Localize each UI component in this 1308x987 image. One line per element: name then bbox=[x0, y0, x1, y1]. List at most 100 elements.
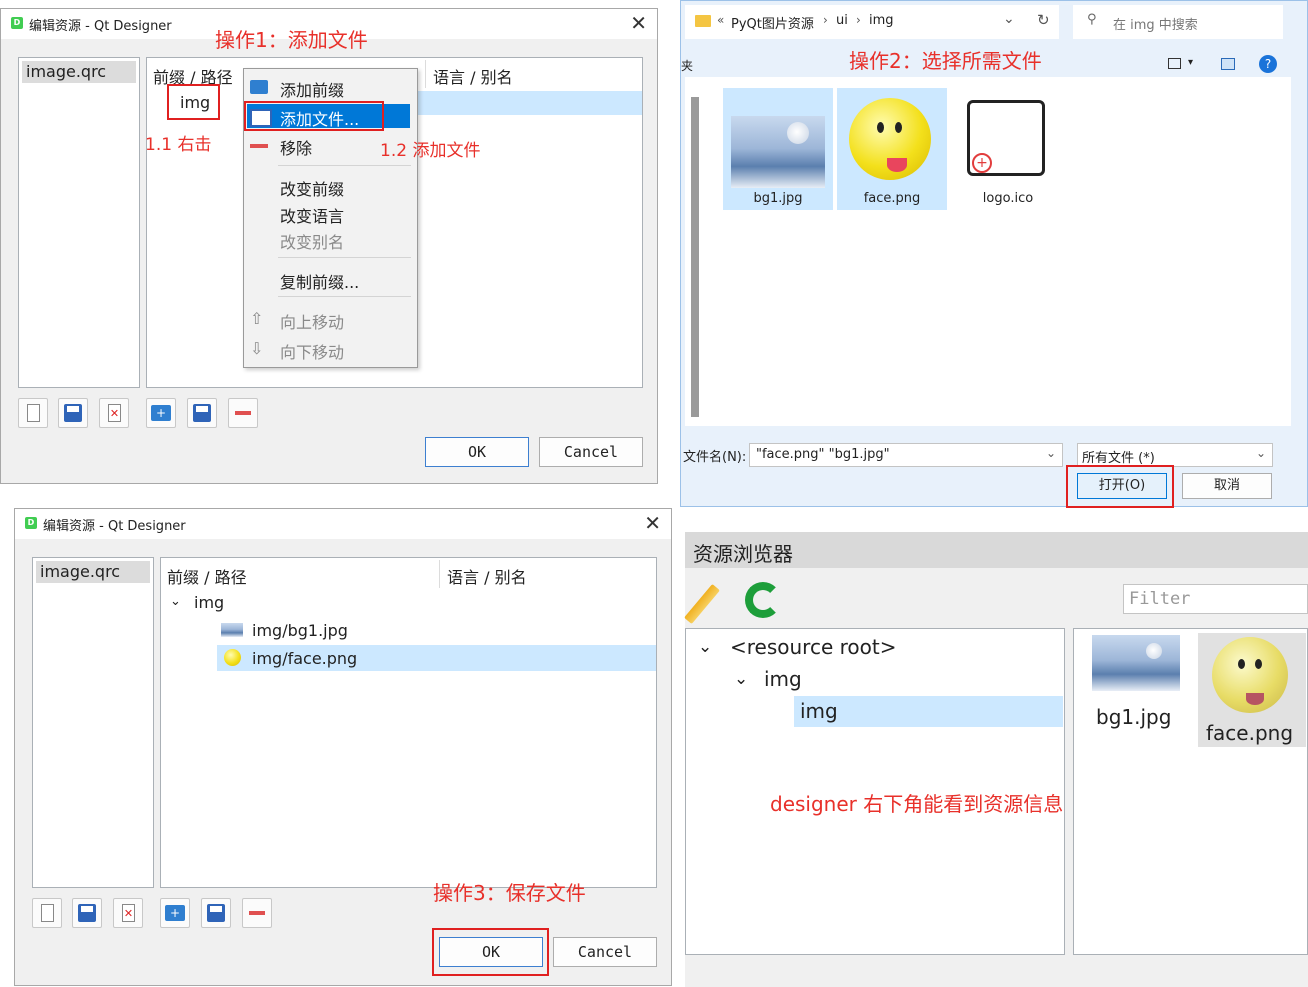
chevron-down-icon[interactable]: ⌄ bbox=[1003, 11, 1015, 27]
menu-item-change-alias: 改变别名 bbox=[280, 233, 345, 252]
sidebar-stub: 夹 bbox=[681, 59, 694, 73]
folder-icon bbox=[695, 15, 711, 27]
file-item-face[interactable]: img/face.png bbox=[252, 649, 357, 668]
file-item-bg1[interactable]: img/bg1.jpg bbox=[252, 621, 348, 640]
menu-item-move-down: 向下移动 bbox=[280, 343, 345, 362]
col-prefix-path-header[interactable]: 前缀 / 路径 bbox=[167, 564, 247, 588]
menu-item-change-language[interactable]: 改变语言 bbox=[280, 203, 344, 227]
resource-tree-view[interactable]: ⌄ <resource root> ⌄ img img designer 右下角… bbox=[685, 628, 1065, 955]
file-area[interactable]: bg1.jpg face.png + logo.ico bbox=[685, 77, 1291, 426]
chevron-down-icon[interactable]: ⌄ bbox=[698, 637, 712, 657]
file-type-select[interactable]: 所有文件 (*) ⌄ bbox=[1077, 443, 1273, 467]
resource-tree-2[interactable]: 前缀 / 路径 语言 / 别名 ⌄ img img/bg1.jpg img/fa… bbox=[160, 557, 657, 888]
close-icon[interactable]: ✕ bbox=[630, 11, 647, 35]
chevron-down-icon[interactable]: ⌄ bbox=[1046, 446, 1056, 460]
address-bar[interactable]: « PyQt图片资源 › ui › img ⌄ ↻ bbox=[685, 5, 1059, 39]
tree-item-img[interactable]: img bbox=[764, 667, 802, 691]
file-item-logo[interactable]: + logo.ico bbox=[953, 88, 1063, 210]
add-files-icon bbox=[193, 404, 211, 422]
help-icon[interactable]: ? bbox=[1259, 55, 1277, 73]
highlight-open-button bbox=[1066, 465, 1174, 508]
save-qrc-button[interactable] bbox=[72, 898, 102, 928]
chevron-down-icon[interactable]: ⌄ bbox=[734, 669, 748, 689]
thumbnail-label-face: face.png bbox=[1206, 721, 1294, 745]
add-prefix-button[interactable]: + bbox=[146, 398, 176, 428]
chevron-down-icon[interactable]: ⌄ bbox=[170, 594, 181, 609]
face-resource-thumbnail bbox=[1212, 637, 1288, 713]
edit-resources-pencil-icon[interactable] bbox=[684, 583, 720, 625]
logo-thumbnail: + bbox=[967, 100, 1045, 176]
menu-item-change-prefix[interactable]: 改变前缀 bbox=[280, 176, 344, 200]
add-prefix-icon: + bbox=[165, 905, 185, 921]
search-placeholder: 在 img 中搜索 bbox=[1113, 18, 1198, 33]
filter-input[interactable]: Filter bbox=[1123, 584, 1308, 614]
breadcrumb-back[interactable]: « bbox=[717, 13, 724, 27]
add-prefix-menu-icon bbox=[250, 80, 268, 94]
arrow-down-icon: ⇩ bbox=[250, 339, 264, 358]
cancel-button[interactable]: Cancel bbox=[553, 937, 657, 967]
tree-item-root[interactable]: <resource root> bbox=[730, 635, 896, 659]
qrc-file-list[interactable]: image.qrc bbox=[18, 57, 140, 388]
cancel-button[interactable]: Cancel bbox=[539, 437, 643, 467]
refresh-icon[interactable]: ↻ bbox=[1037, 11, 1050, 29]
smiley-eye bbox=[1238, 659, 1245, 669]
tree-item-img-sub[interactable]: img bbox=[800, 699, 838, 723]
column-divider bbox=[425, 60, 426, 88]
breadcrumb-sep: › bbox=[823, 13, 828, 27]
save-icon-label bbox=[67, 406, 79, 412]
file-name-face: face.png bbox=[863, 191, 921, 206]
save-qrc-button[interactable] bbox=[58, 398, 88, 428]
menu-item-add-prefix[interactable]: 添加前缀 bbox=[280, 77, 344, 101]
qrc-file-list-2[interactable]: image.qrc bbox=[32, 557, 154, 888]
annotation-designer-note: designer 右下角能看到资源信息 bbox=[770, 792, 1064, 816]
filename-input[interactable]: "face.png" "bg1.jpg" ⌄ bbox=[749, 443, 1063, 467]
remove-file-icon: ✕ bbox=[108, 404, 121, 422]
prefix-img-item[interactable]: img bbox=[194, 593, 224, 612]
breadcrumb-ui[interactable]: ui bbox=[836, 13, 848, 28]
moon-shape bbox=[1146, 643, 1162, 659]
remove-button[interactable] bbox=[242, 898, 272, 928]
moon-shape bbox=[787, 122, 809, 144]
breadcrumb-img[interactable]: img bbox=[869, 13, 894, 28]
new-file-button[interactable] bbox=[32, 898, 62, 928]
reload-icon[interactable] bbox=[745, 582, 781, 618]
remove-qrc-button[interactable]: ✕ bbox=[99, 398, 129, 428]
col-lang-alias-header[interactable]: 语言 / 别名 bbox=[447, 564, 527, 588]
file-item-face[interactable]: face.png bbox=[837, 88, 947, 210]
add-prefix-button[interactable]: + bbox=[160, 898, 190, 928]
ok-button[interactable]: OK bbox=[425, 437, 529, 467]
resource-thumbnails[interactable]: bg1.jpg face.png bbox=[1073, 628, 1308, 955]
file-open-dialog: « PyQt图片资源 › ui › img ⌄ ↻ ⚲ 在 img 中搜索 操作… bbox=[680, 0, 1308, 507]
face-thumbnail bbox=[849, 98, 931, 180]
view-dropdown-icon[interactable]: ▾ bbox=[1188, 57, 1193, 68]
breadcrumb-pyqt[interactable]: PyQt图片资源 bbox=[731, 13, 814, 32]
menu-item-clone-prefix[interactable]: 复制前缀... bbox=[280, 269, 359, 293]
chevron-down-icon[interactable]: ⌄ bbox=[1256, 446, 1266, 460]
preview-pane-icon[interactable] bbox=[1221, 58, 1235, 70]
add-files-button[interactable] bbox=[187, 398, 217, 428]
file-item-bg1[interactable]: bg1.jpg bbox=[723, 88, 833, 210]
logo-cross-icon: + bbox=[972, 153, 992, 173]
search-box[interactable]: ⚲ 在 img 中搜索 bbox=[1073, 5, 1283, 39]
thumbnail-label-bg1: bg1.jpg bbox=[1096, 705, 1172, 729]
add-files-button[interactable] bbox=[201, 898, 231, 928]
menu-item-remove[interactable]: 移除 bbox=[280, 135, 312, 159]
remove-qrc-button[interactable]: ✕ bbox=[113, 898, 143, 928]
menu-item-move-up: 向上移动 bbox=[280, 313, 345, 332]
new-file-icon bbox=[27, 404, 40, 422]
qrc-file-item[interactable]: image.qrc bbox=[22, 61, 136, 83]
bg1-resource-thumbnail[interactable] bbox=[1092, 635, 1180, 691]
view-toggle-icon[interactable] bbox=[1168, 58, 1181, 69]
remove-button[interactable] bbox=[228, 398, 258, 428]
face-resource-tile[interactable]: face.png bbox=[1198, 633, 1306, 747]
sidebar-scrollbar[interactable] bbox=[691, 97, 699, 417]
col-lang-alias-header[interactable]: 语言 / 别名 bbox=[433, 64, 513, 88]
arrow-up-icon: ⇧ bbox=[250, 309, 264, 328]
smiley-eye bbox=[1255, 659, 1262, 669]
minus-icon bbox=[249, 911, 265, 915]
close-icon[interactable]: ✕ bbox=[644, 511, 661, 535]
new-file-button[interactable] bbox=[18, 398, 48, 428]
cancel-open-button[interactable]: 取消 bbox=[1182, 473, 1272, 499]
breadcrumb-sep: › bbox=[856, 13, 861, 27]
qrc-file-item[interactable]: image.qrc bbox=[36, 561, 150, 583]
